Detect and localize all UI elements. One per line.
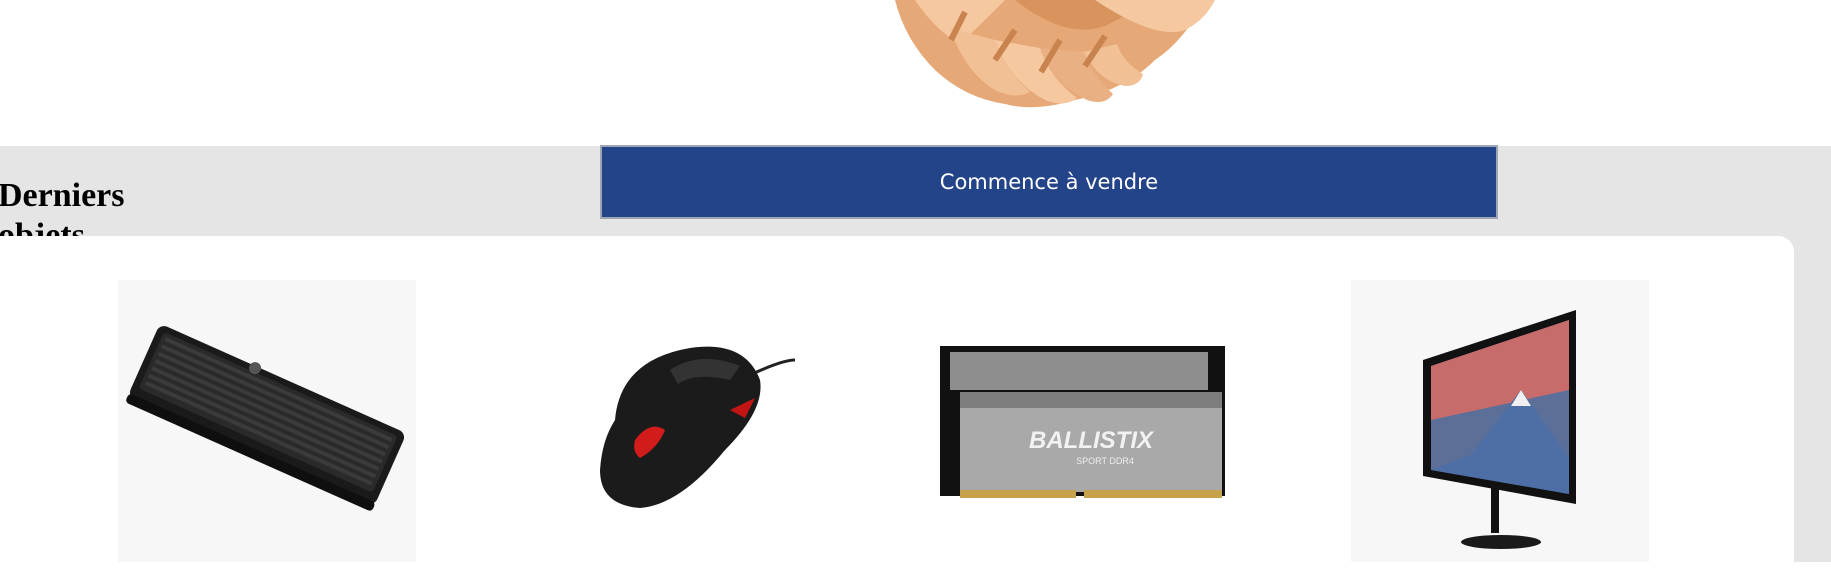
keyboard-icon [126,326,405,511]
product-keyboard[interactable] [118,280,416,562]
start-selling-button[interactable]: Commence à vendre [600,145,1498,219]
handshake-icon [855,0,1255,112]
ram-model-label: SPORT DDR4 [1076,456,1134,466]
ram-brand-label: BALLISTIX [1029,427,1155,454]
monitor-icon [1423,310,1576,549]
section-title: Derniers objets [0,177,125,236]
product-monitor[interactable] [1351,280,1649,562]
product-mouse[interactable] [540,280,838,562]
product-ram[interactable]: BALLISTIX SPORT DDR4 [935,280,1233,562]
ram-memory-icon: BALLISTIX SPORT DDR4 [940,346,1225,498]
mouse-icon [600,346,796,508]
